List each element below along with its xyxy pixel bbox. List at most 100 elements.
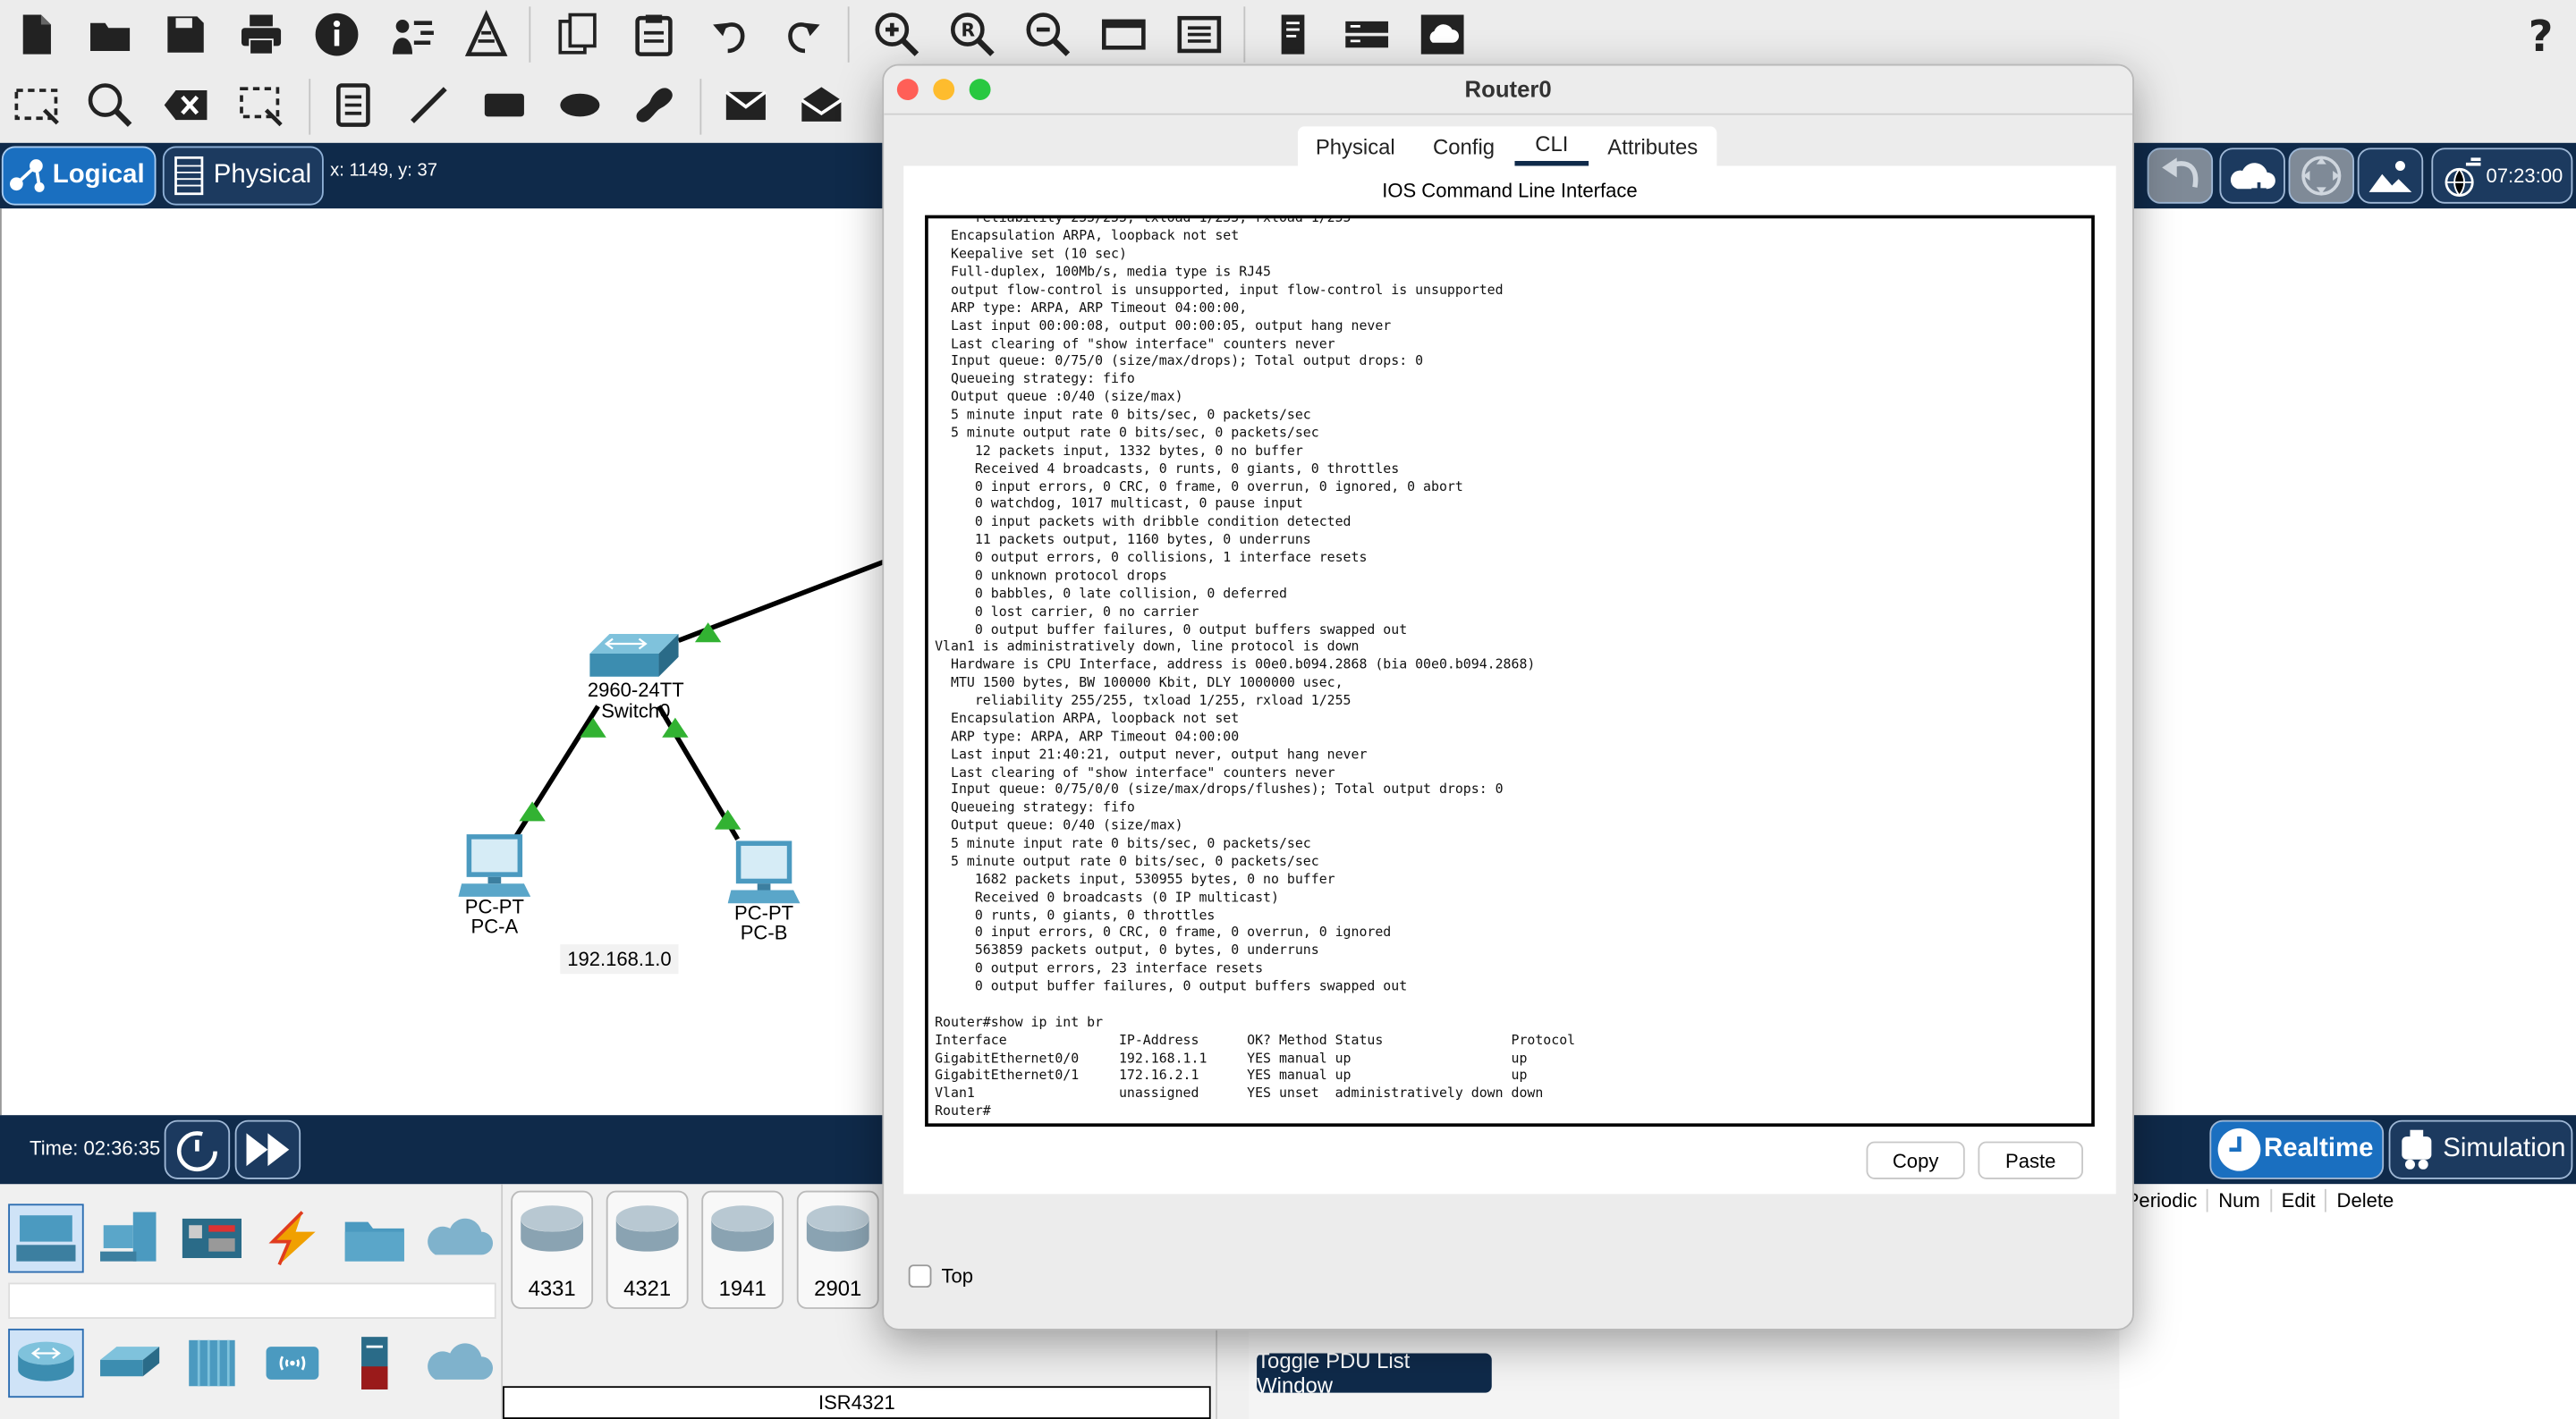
- top-checkbox[interactable]: Top: [908, 1264, 974, 1288]
- open-folder-icon[interactable]: [82, 6, 138, 62]
- paste-icon[interactable]: [626, 6, 682, 62]
- copy-icon[interactable]: [550, 6, 606, 62]
- viewport-clock[interactable]: 07:23:00: [2431, 148, 2573, 204]
- palette-divider: [501, 1184, 504, 1419]
- cloud-icon: [428, 1218, 494, 1255]
- top-checkbox-box[interactable]: [908, 1264, 932, 1288]
- redo-icon[interactable]: [775, 6, 831, 62]
- router-icon: [521, 1205, 584, 1252]
- pdu-col-num[interactable]: Num: [2207, 1188, 2269, 1212]
- custom-list-icon[interactable]: [1172, 6, 1227, 62]
- pc-b-name: PC-B: [740, 921, 788, 945]
- cli-title: IOS Command Line Interface: [1382, 179, 1638, 202]
- cli-output: reliability 255/255, txload 1/255, rxloa…: [935, 215, 1576, 1119]
- tab-config[interactable]: Config: [1413, 126, 1515, 165]
- wan-emulation-subcategory[interactable]: [420, 1329, 496, 1398]
- pc-a-device[interactable]: [458, 832, 531, 898]
- ellipse-icon[interactable]: [552, 77, 607, 132]
- print-icon[interactable]: [233, 6, 289, 62]
- back-button[interactable]: [2147, 148, 2214, 204]
- cloud-icon: [428, 1343, 494, 1380]
- pc-icon: [727, 840, 801, 904]
- routers-subcategory[interactable]: [8, 1328, 84, 1398]
- delete-icon[interactable]: [157, 77, 213, 132]
- miscellaneous-category[interactable]: [337, 1204, 412, 1272]
- image-icon: [2368, 161, 2412, 192]
- router-model-4321[interactable]: 4321: [606, 1190, 689, 1309]
- select-icon[interactable]: [8, 77, 64, 132]
- tab-attributes[interactable]: Attributes: [1589, 126, 1716, 165]
- folder-icon: [344, 1221, 404, 1262]
- simple-pdu-icon[interactable]: [718, 77, 774, 132]
- top-checkbox-label: Top: [941, 1264, 974, 1288]
- new-cluster-button[interactable]: [2219, 148, 2285, 204]
- fast-forward-button[interactable]: [234, 1119, 301, 1179]
- selected-device-label: ISR4321: [503, 1386, 1211, 1419]
- router-icon: [711, 1205, 775, 1252]
- complex-pdu-icon[interactable]: [793, 77, 849, 132]
- freeform-icon[interactable]: [626, 77, 682, 132]
- pdu-col-delete[interactable]: Delete: [2325, 1188, 2404, 1212]
- new-file-icon[interactable]: [8, 6, 64, 62]
- simulation-mode-button[interactable]: Simulation: [2388, 1119, 2573, 1179]
- router-model-4331[interactable]: 4331: [511, 1190, 594, 1309]
- network-wizard-icon[interactable]: [385, 6, 440, 62]
- physical-tab[interactable]: Physical: [162, 146, 324, 206]
- network-devices-category[interactable]: [8, 1204, 84, 1273]
- clock-time: 07:23:00: [2486, 164, 2563, 188]
- help-icon[interactable]: ?: [2513, 6, 2569, 62]
- pc-b-device[interactable]: [727, 840, 801, 905]
- realtime-label: Realtime: [2264, 1135, 2374, 1163]
- tab-physical[interactable]: Physical: [1298, 126, 1413, 165]
- back-arrow-icon: [2162, 157, 2199, 188]
- main-toolbar: R ?: [0, 0, 2576, 72]
- connections-category[interactable]: [255, 1204, 330, 1272]
- zoom-in-icon[interactable]: [869, 6, 925, 62]
- pdu-col-edit[interactable]: Edit: [2269, 1188, 2326, 1212]
- drawing-palette-icon[interactable]: [1096, 6, 1151, 62]
- move-object-button[interactable]: [2288, 148, 2355, 204]
- hubs-subcategory[interactable]: [174, 1329, 250, 1398]
- switches-subcategory[interactable]: [92, 1329, 167, 1398]
- cluster-icon[interactable]: [1339, 6, 1394, 62]
- info-icon[interactable]: [309, 6, 364, 62]
- pc-a-name: PC-A: [470, 915, 519, 938]
- cli-panel: IOS Command Line Interface reliability 2…: [903, 165, 2116, 1195]
- physical-icon: [174, 156, 204, 196]
- cloud-icon[interactable]: [1414, 6, 1470, 62]
- link-up-indicator: [519, 801, 546, 822]
- copy-button[interactable]: Copy: [1866, 1141, 1965, 1179]
- power-cycle-button[interactable]: [164, 1119, 231, 1179]
- cloud-add-icon: [2230, 163, 2275, 198]
- router-model-1941[interactable]: 1941: [701, 1190, 784, 1309]
- save-icon[interactable]: [157, 6, 213, 62]
- toggle-pdu-list-button[interactable]: Toggle PDU List Window: [1257, 1348, 1492, 1398]
- security-subcategory[interactable]: [337, 1329, 412, 1398]
- wireless-subcategory[interactable]: [255, 1329, 330, 1398]
- logical-tab[interactable]: Logical: [1, 146, 157, 206]
- device-template-icon[interactable]: [1265, 6, 1320, 62]
- pc-icon: [458, 834, 531, 897]
- zoom-out-icon[interactable]: [1021, 6, 1076, 62]
- realtime-mode-button[interactable]: Realtime: [2209, 1119, 2385, 1179]
- end-devices-category[interactable]: [92, 1204, 167, 1272]
- multiuser-category[interactable]: [420, 1204, 496, 1272]
- router-icon: [18, 1341, 74, 1381]
- line-icon[interactable]: [401, 77, 456, 132]
- router-model-2901[interactable]: 2901: [796, 1190, 879, 1309]
- inspect-icon[interactable]: [82, 77, 138, 132]
- zoom-reset-icon[interactable]: R: [945, 6, 1000, 62]
- resize-icon[interactable]: [233, 77, 289, 132]
- components-category[interactable]: [174, 1204, 250, 1272]
- rectangle-icon[interactable]: [477, 77, 532, 132]
- custom-device-icon[interactable]: [458, 6, 513, 62]
- undo-icon[interactable]: [701, 6, 757, 62]
- note-icon[interactable]: [326, 77, 381, 132]
- paste-button[interactable]: Paste: [1978, 1141, 2083, 1179]
- logical-label: Logical: [52, 161, 145, 190]
- network-note[interactable]: 192.168.1.0: [560, 944, 679, 975]
- tab-cli[interactable]: CLI: [1514, 126, 1589, 166]
- cli-terminal[interactable]: reliability 255/255, txload 1/255, rxloa…: [925, 215, 2095, 1128]
- window-titlebar[interactable]: Router0: [884, 65, 2133, 115]
- set-background-button[interactable]: [2357, 148, 2424, 204]
